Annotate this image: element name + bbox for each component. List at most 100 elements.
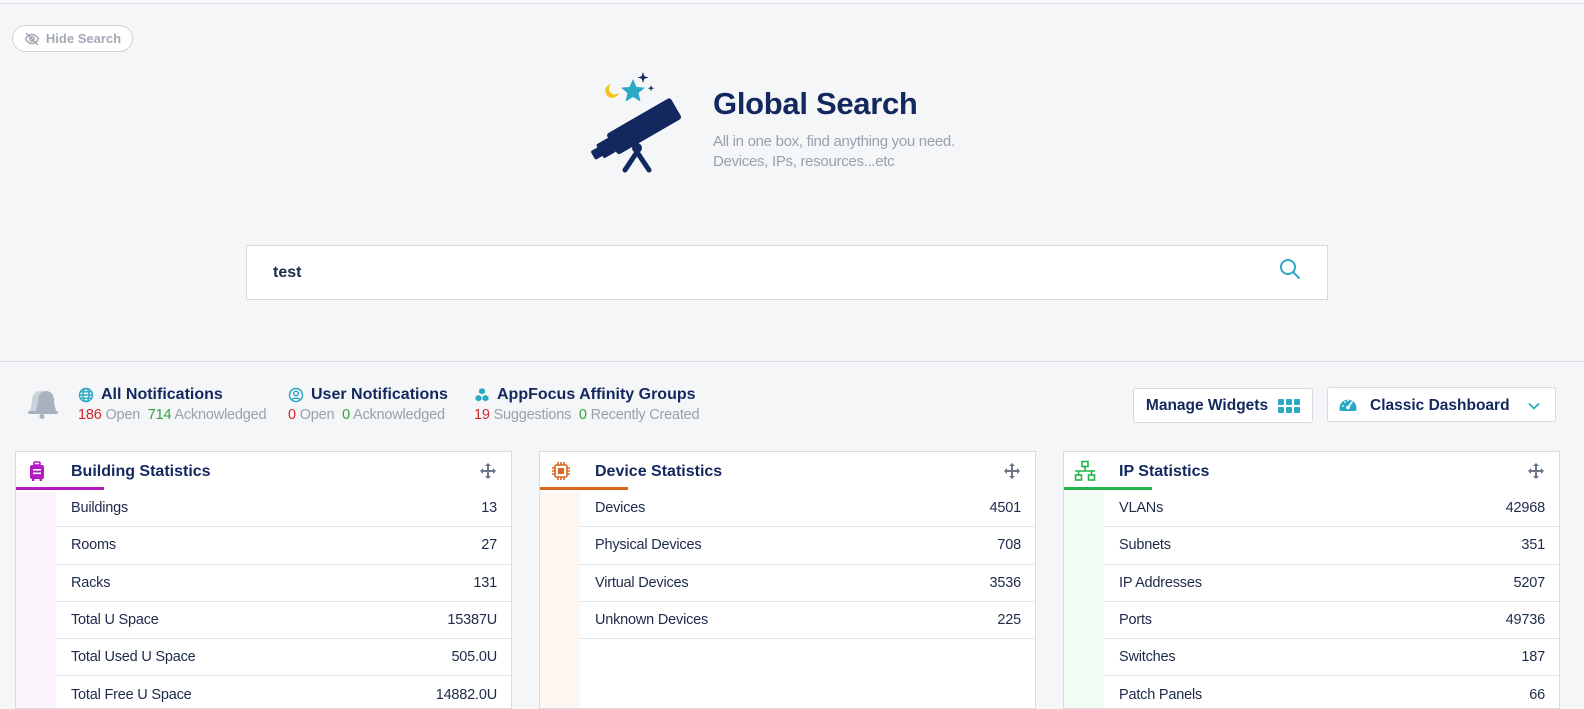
ip-statistics-card: IP Statistics VLANs 42968 Subnets 351 IP A… <box>1063 451 1560 709</box>
all-ack-count: 714 <box>147 407 172 423</box>
top-border <box>0 3 1584 4</box>
all-notifications[interactable]: All Notifications 186 Open 714 Acknowled… <box>78 386 267 423</box>
stat-row-physical-devices[interactable]: Physical Devices 708 <box>580 527 1035 565</box>
card-strip <box>540 492 580 708</box>
bell-icon <box>28 391 58 419</box>
stat-value: 131 <box>473 574 497 591</box>
stat-value: 66 <box>1529 686 1545 703</box>
stat-label: Unknown Devices <box>595 612 709 629</box>
user-ack-label: Acknowledged <box>352 407 445 423</box>
stat-value: 5207 <box>1513 574 1546 591</box>
eye-off-icon <box>24 32 40 45</box>
dashboard-select[interactable]: Classic Dashboard <box>1327 387 1556 422</box>
stats-list: VLANs 42968 Subnets 351 IP Addresses 5207 P… <box>1104 490 1559 708</box>
user-ack-count: 0 <box>342 407 350 423</box>
stat-label: Virtual Devices <box>595 574 689 591</box>
all-open-count: 186 <box>78 407 102 423</box>
card-title: IP Statistics <box>1119 463 1210 480</box>
chevron-down-icon <box>1528 403 1540 410</box>
cubes-icon <box>475 388 489 402</box>
stat-row-unknown-devices[interactable]: Unknown Devices 225 <box>580 602 1035 640</box>
card-title: Device Statistics <box>595 463 723 480</box>
user-notifications[interactable]: User Notifications 0 Open 0 Acknowledged <box>288 386 448 423</box>
search-input[interactable] <box>267 259 1267 287</box>
section-divider <box>0 361 1584 362</box>
stat-row-patch-panels[interactable]: Patch Panels 66 <box>1104 676 1559 708</box>
move-icon[interactable] <box>479 462 497 480</box>
stat-value: 27 <box>481 537 497 554</box>
stat-label: Buildings <box>71 500 129 517</box>
stat-value: 225 <box>997 612 1021 629</box>
stat-row-vlans[interactable]: VLANs 42968 <box>1104 490 1559 528</box>
stat-label: Ports <box>1119 612 1152 629</box>
stats-list: Buildings 13 Rooms 27 Racks 131 Total U Spa… <box>56 490 511 708</box>
page-title: Global Search <box>713 86 918 121</box>
page-subtitle: All in one box, find anything you need. … <box>713 132 955 172</box>
all-notifications-title: All Notifications <box>101 386 223 403</box>
recently-created-label: Recently Created <box>590 407 700 423</box>
stat-value: 708 <box>997 537 1021 554</box>
stat-row-racks[interactable]: Racks 131 <box>56 565 511 602</box>
appfocus-title: AppFocus Affinity Groups <box>497 386 696 403</box>
stat-label: Subnets <box>1119 537 1171 554</box>
stat-row-switches[interactable]: Switches 187 <box>1104 639 1559 677</box>
move-icon[interactable] <box>1003 462 1021 480</box>
stat-label: IP Addresses <box>1119 574 1202 591</box>
stat-row-subnets[interactable]: Subnets 351 <box>1104 527 1559 565</box>
hero: Global Search All in one box, find anyth… <box>585 68 1005 178</box>
globe-icon <box>78 387 94 403</box>
stat-row-total-used-u-space[interactable]: Total Used U Space 505.0U <box>56 639 511 677</box>
stat-value: 14882.0U <box>435 686 497 703</box>
card-strip <box>1064 492 1104 708</box>
stat-value: 505.0U <box>451 649 497 666</box>
stat-value: 4501 <box>989 500 1022 517</box>
stat-row-devices[interactable]: Devices 4501 <box>580 490 1035 528</box>
stat-value: 13 <box>481 500 497 517</box>
manage-widgets-button[interactable]: Manage Widgets <box>1133 388 1313 423</box>
stat-row-ports[interactable]: Ports 49736 <box>1104 602 1559 640</box>
suggestions-count: 19 <box>474 407 490 423</box>
stat-row-rooms[interactable]: Rooms 27 <box>56 527 511 565</box>
device-statistics-card: Device Statistics Devices 4501 Physical D… <box>539 451 1036 709</box>
move-icon[interactable] <box>1527 462 1545 480</box>
dashboard-select-value: Classic Dashboard <box>1370 397 1510 414</box>
gauge-icon <box>1339 399 1357 411</box>
card-title: Building Statistics <box>71 463 211 480</box>
stat-value: 351 <box>1521 537 1545 554</box>
stat-value: 15387U <box>447 612 497 629</box>
stat-value: 49736 <box>1505 612 1546 629</box>
global-search-box <box>246 245 1328 300</box>
stats-list: Devices 4501 Physical Devices 708 Virtual … <box>580 490 1035 640</box>
user-circle-icon <box>288 387 304 403</box>
stat-value: 3536 <box>989 574 1022 591</box>
stat-label: VLANs <box>1119 500 1164 517</box>
hide-search-label: Hide Search <box>45 31 122 46</box>
stat-label: Total U Space <box>71 612 159 629</box>
stat-label: Switches <box>1119 649 1176 666</box>
hide-search-button[interactable]: Hide Search <box>12 25 133 52</box>
stat-label: Patch Panels <box>1119 686 1203 703</box>
stat-label: Racks <box>71 574 111 591</box>
stat-label: Physical Devices <box>595 537 702 554</box>
stat-label: Rooms <box>71 537 116 554</box>
network-icon <box>1074 460 1096 481</box>
stat-row-total-u-space[interactable]: Total U Space 15387U <box>56 602 511 640</box>
search-icon[interactable] <box>1278 257 1302 281</box>
building-statistics-card: Building Statistics Buildings 13 Rooms 27 … <box>15 451 512 709</box>
stat-row-buildings[interactable]: Buildings 13 <box>56 490 511 528</box>
recently-created-count: 0 <box>578 407 587 423</box>
chip-icon <box>552 462 570 480</box>
stat-label: Total Used U Space <box>71 649 196 666</box>
stat-row-ip-addresses[interactable]: IP Addresses 5207 <box>1104 565 1559 602</box>
manage-widgets-label: Manage Widgets <box>1145 396 1269 414</box>
user-open-count: 0 <box>288 407 296 423</box>
stat-row-total-free-u-space[interactable]: Total Free U Space 14882.0U <box>56 676 511 708</box>
appfocus-affinity-groups[interactable]: AppFocus Affinity Groups 19 Suggestions … <box>474 386 700 423</box>
stat-row-virtual-devices[interactable]: Virtual Devices 3536 <box>580 565 1035 602</box>
suggestions-label: Suggestions <box>493 407 572 423</box>
stat-value: 42968 <box>1505 500 1546 517</box>
user-notifications-title: User Notifications <box>311 386 448 403</box>
subtitle-line-2: Devices, IPs, resources...etc <box>713 153 895 170</box>
all-open-label: Open <box>105 407 141 423</box>
grid-icon <box>1278 398 1301 413</box>
